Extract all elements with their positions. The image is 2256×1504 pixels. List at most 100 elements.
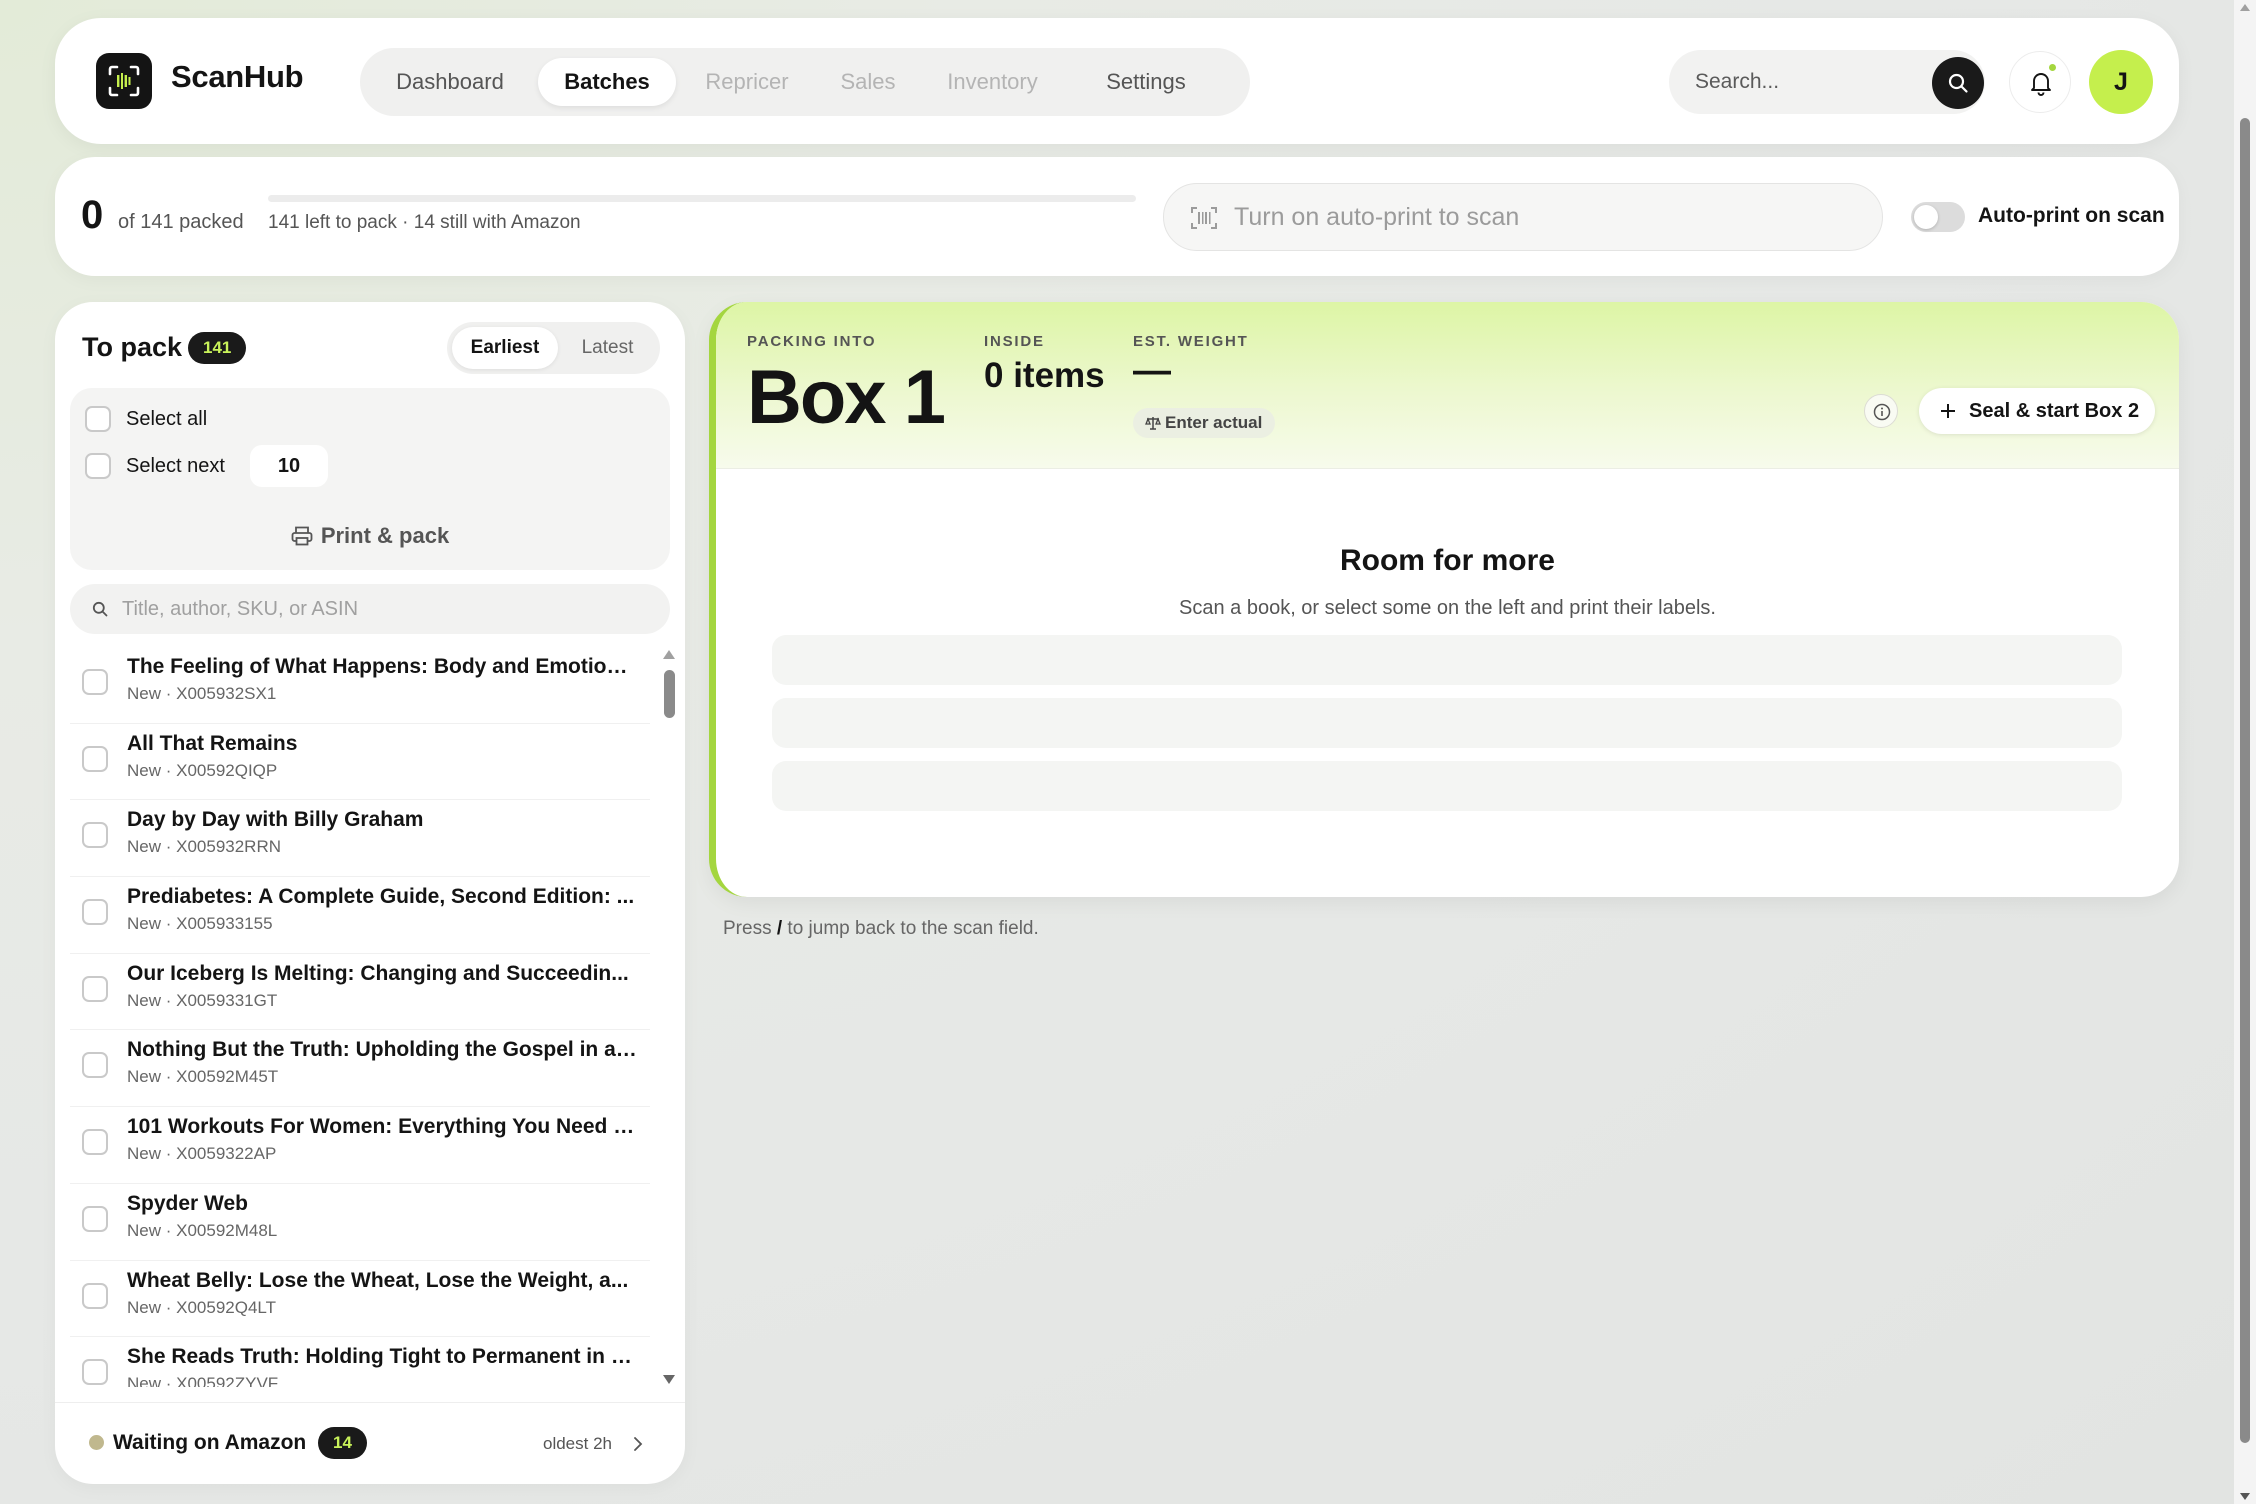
search-input[interactable] (1695, 64, 1915, 100)
book-title: She Reads Truth: Holding Tight to Perman… (127, 1345, 637, 1369)
book-meta: New · X00592ZYVF (127, 1374, 279, 1387)
scroll-down-arrow-icon[interactable] (663, 1375, 675, 1384)
book-checkbox[interactable] (82, 899, 108, 926)
book-title: Prediabetes: A Complete Guide, Second Ed… (127, 885, 635, 909)
book-list-scrollbar[interactable] (663, 650, 675, 1384)
scanhub-logo-icon[interactable] (96, 53, 152, 109)
bulk-select-box: Select all Select next Print & pack (70, 388, 670, 570)
book-meta: New · X0059331GT (127, 990, 278, 1010)
item-placeholder (772, 698, 2122, 748)
packing-into-label: PACKING INTO (747, 333, 877, 350)
scroll-up-arrow-icon[interactable] (2240, 4, 2250, 11)
barcode-scan-icon (1191, 207, 1217, 229)
search-icon (92, 601, 108, 617)
list-item[interactable]: She Reads Truth: Holding Tight to Perman… (70, 1337, 650, 1387)
list-item[interactable]: 101 Workouts For Women: Everything You N… (70, 1107, 650, 1184)
waiting-oldest-age: oldest 2h (543, 1434, 612, 1453)
box-header: PACKING INTO Box 1 INSIDE 0 items EST. W… (716, 302, 2179, 469)
waiting-label: Waiting on Amazon (113, 1431, 307, 1454)
list-item[interactable]: Our Iceberg Is Melting: Changing and Suc… (70, 954, 650, 1031)
scroll-up-arrow-icon[interactable] (663, 650, 675, 659)
list-item[interactable]: Nothing But the Truth: Upholding the Gos… (70, 1030, 650, 1108)
nav-dashboard[interactable]: Dashboard (370, 58, 530, 106)
info-button[interactable] (1864, 394, 1898, 428)
to-pack-title: To pack (82, 332, 183, 362)
info-icon (1873, 403, 1891, 421)
waiting-on-amazon-row[interactable]: Waiting on Amazon 14 oldest 2h (55, 1402, 685, 1484)
chevron-right-icon (634, 1437, 643, 1451)
hint-suffix: to jump back to the scan field. (787, 918, 1039, 939)
book-meta: New · X00592M48L (127, 1220, 278, 1240)
nav-batches[interactable]: Batches (538, 58, 676, 106)
book-checkbox[interactable] (82, 1359, 108, 1386)
print-pack-button[interactable]: Print & pack (70, 516, 670, 556)
list-item[interactable]: All That Remains New · X00592QIQP (70, 724, 650, 801)
toggle-knob (1914, 205, 1938, 229)
packed-label: of 141 packed (118, 211, 244, 233)
scale-icon (1145, 417, 1161, 430)
enter-actual-weight-button[interactable]: Enter actual (1133, 408, 1276, 438)
progress-bar (268, 195, 1136, 202)
list-item[interactable]: Day by Day with Billy Graham New · X00593… (70, 800, 650, 878)
notifications-button[interactable] (2009, 51, 2071, 113)
progress-summary: 141 left to pack · 14 still with Amazon (268, 212, 581, 233)
sort-earliest[interactable]: Earliest (452, 327, 558, 369)
book-checkbox[interactable] (82, 1052, 108, 1079)
book-filter (70, 584, 670, 634)
autoprint-label[interactable]: Auto-print on scan (1978, 204, 2165, 228)
book-title: All That Remains (127, 731, 298, 755)
app-name[interactable]: ScanHub (171, 59, 304, 95)
book-title: Our Iceberg Is Melting: Changing and Suc… (127, 961, 629, 985)
sort-latest[interactable]: Latest (560, 327, 655, 369)
nav-repricer[interactable]: Repricer (682, 58, 812, 106)
to-pack-count-badge: 141 (188, 332, 247, 364)
scrollbar-thumb[interactable] (664, 670, 675, 718)
book-filter-input[interactable] (122, 593, 652, 625)
nav-settings[interactable]: Settings (1076, 58, 1216, 106)
book-list: The Feeling of What Happens: Body and Em… (70, 647, 650, 1387)
page-scrollbar[interactable] (2234, 0, 2256, 1504)
empty-box-subtitle: Scan a book, or select some on the left … (1179, 597, 1716, 619)
search-button[interactable] (1932, 57, 1984, 109)
nav-inventory[interactable]: Inventory (920, 58, 1065, 106)
book-meta: New · X00592M45T (127, 1067, 279, 1087)
list-item[interactable]: The Feeling of What Happens: Body and Em… (70, 647, 650, 724)
list-item[interactable]: Wheat Belly: Lose the Wheat, Lose the We… (70, 1261, 650, 1338)
inside-count: 0 items (984, 356, 1105, 395)
book-checkbox[interactable] (82, 975, 108, 1002)
select-next-label[interactable]: Select next (126, 455, 225, 478)
select-all-label[interactable]: Select all (126, 408, 207, 431)
book-title: Day by Day with Billy Graham (127, 808, 424, 832)
printer-icon (291, 526, 313, 546)
book-checkbox[interactable] (82, 1205, 108, 1232)
scan-input[interactable] (1234, 198, 1854, 236)
user-avatar[interactable]: J (2089, 50, 2153, 114)
book-checkbox[interactable] (82, 822, 108, 849)
nav-sales[interactable]: Sales (818, 58, 918, 106)
select-all-checkbox[interactable] (85, 406, 111, 432)
book-title: Wheat Belly: Lose the Wheat, Lose the We… (127, 1268, 629, 1292)
book-title: Spyder Web (127, 1191, 248, 1215)
est-weight-label: EST. WEIGHT (1133, 333, 1249, 350)
list-item[interactable]: Spyder Web New · X00592M48L (70, 1184, 650, 1261)
select-next-checkbox[interactable] (85, 453, 111, 479)
seal-and-start-next-box-button[interactable]: Seal & start Box 2 (1919, 388, 2155, 434)
book-title: The Feeling of What Happens: Body and Em… (127, 655, 637, 678)
hint-key: / (776, 918, 783, 939)
scrollbar-thumb[interactable] (2240, 118, 2250, 1443)
plus-icon (1941, 404, 1955, 418)
hint-prefix: Press (723, 918, 772, 939)
keyboard-hint: Press / to jump back to the scan field. (723, 918, 1039, 940)
book-meta: New · X005932RRN (127, 837, 282, 857)
book-checkbox[interactable] (82, 1129, 108, 1156)
book-checkbox[interactable] (82, 1282, 108, 1309)
print-pack-label: Print & pack (320, 523, 450, 548)
list-item[interactable]: Prediabetes: A Complete Guide, Second Ed… (70, 877, 650, 954)
book-checkbox[interactable] (82, 669, 108, 695)
select-next-count-input[interactable] (250, 445, 328, 487)
box-name: Box 1 (747, 355, 946, 440)
autoprint-toggle[interactable] (1911, 202, 1965, 232)
scroll-down-arrow-icon[interactable] (2240, 1493, 2250, 1500)
enter-actual-label: Enter actual (1165, 413, 1263, 432)
book-checkbox[interactable] (82, 745, 108, 772)
